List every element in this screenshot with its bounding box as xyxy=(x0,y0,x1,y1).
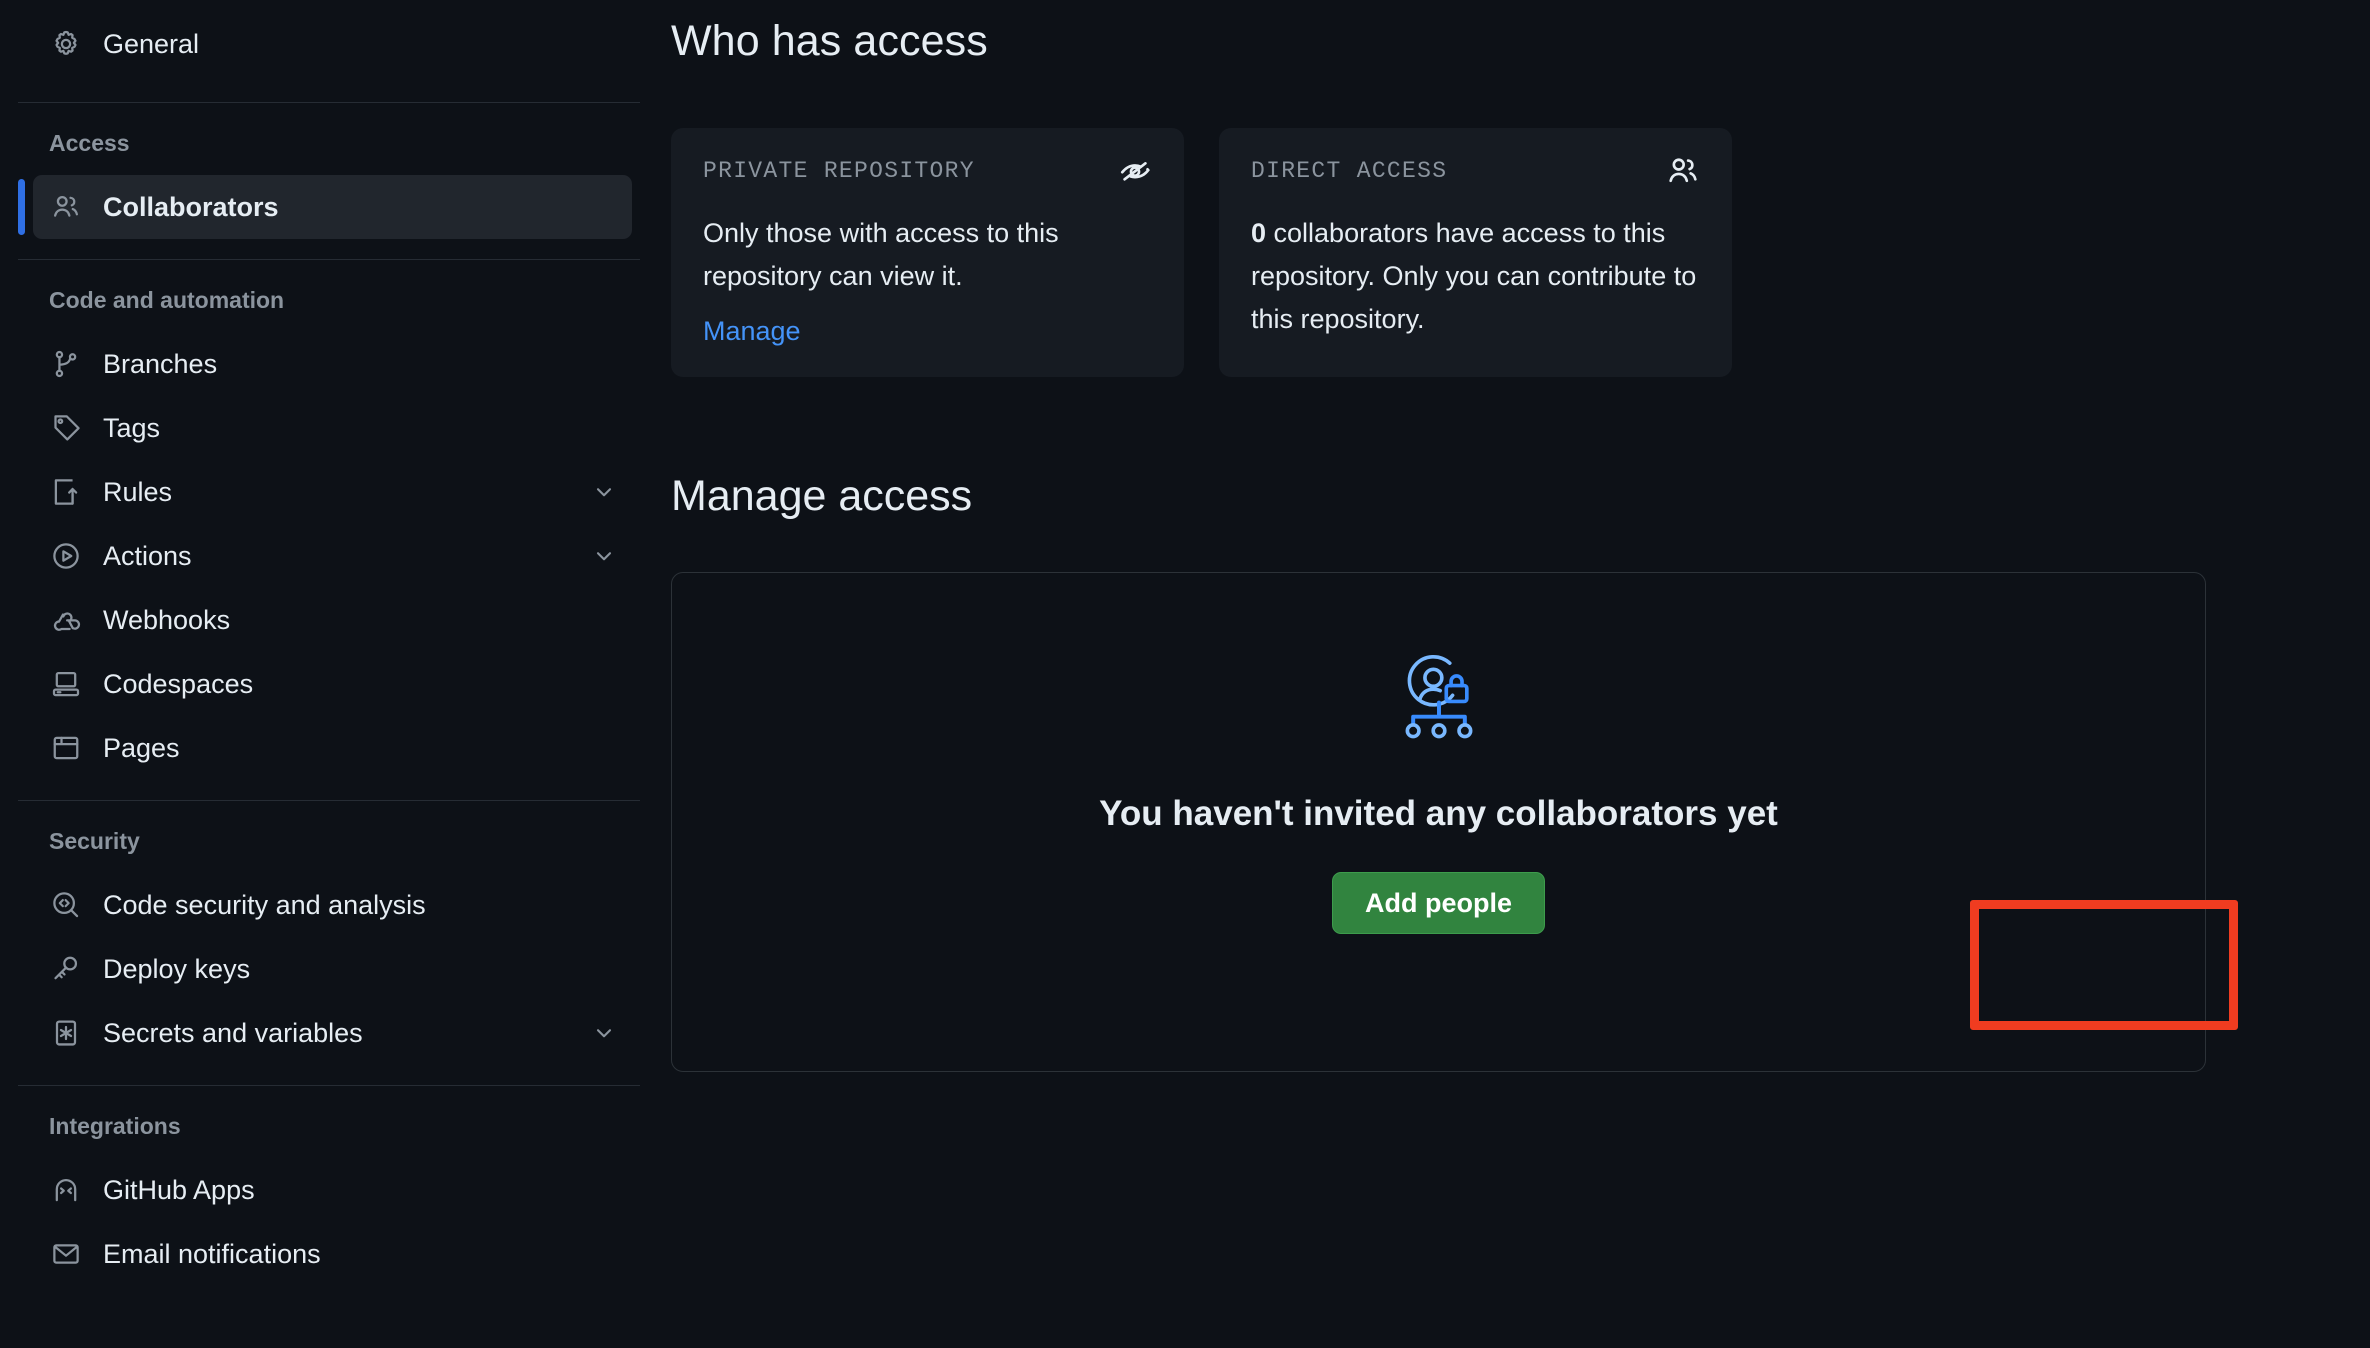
sidebar-section-title-integrations: Integrations xyxy=(49,1112,181,1139)
card-header: PRIVATE REPOSITORY xyxy=(703,154,1152,188)
chevron-down-icon[interactable] xyxy=(592,480,616,504)
sidebar-item-label: Secrets and variables xyxy=(103,1017,363,1048)
sidebar-item-actions[interactable]: Actions xyxy=(33,524,632,588)
mail-icon xyxy=(49,1239,83,1269)
sidebar-item-label: Code security and analysis xyxy=(103,889,426,920)
card-body-text: Only those with access to this repositor… xyxy=(703,218,1059,291)
access-summary-cards: PRIVATE REPOSITORY Only those with acces… xyxy=(671,128,1732,377)
sidebar-item-label: Tags xyxy=(103,412,161,443)
sidebar-item-label: Actions xyxy=(103,540,192,571)
add-people-button[interactable]: Add people xyxy=(1332,872,1545,934)
browser-icon xyxy=(49,733,83,763)
sidebar-item-collaborators[interactable]: Collaborators xyxy=(18,175,632,239)
card-body-rest: collaborators have access to this reposi… xyxy=(1251,218,1697,334)
sidebar-section-title-access: Access xyxy=(49,129,130,156)
eye-closed-icon xyxy=(1118,154,1152,188)
sidebar-item-label: Deploy keys xyxy=(103,953,251,984)
main-content: Who has access PRIVATE REPOSITORY Only t… xyxy=(660,0,2370,1348)
sidebar-item-label: Codespaces xyxy=(103,668,254,699)
sidebar-item-code-security-and-analysis[interactable]: Code security and analysis xyxy=(33,873,632,937)
collaborator-count: 0 xyxy=(1251,218,1267,248)
sidebar-item-webhooks[interactable]: Webhooks xyxy=(33,588,632,652)
settings-sidebar: General Access Collaborators Code and au… xyxy=(0,0,660,1348)
card-body-text: 0 collaborators have access to this repo… xyxy=(1251,212,1700,341)
people-icon xyxy=(1666,154,1700,188)
sidebar-item-label: General xyxy=(103,28,200,59)
asterisk-box-icon xyxy=(49,1018,83,1048)
private-repository-card: PRIVATE REPOSITORY Only those with acces… xyxy=(671,128,1184,377)
settings-page: General Access Collaborators Code and au… xyxy=(0,0,2370,1348)
direct-access-card: DIRECT ACCESS 0 collaborators have acces… xyxy=(1219,128,1732,377)
add-people-button-wrap: Add people xyxy=(1332,872,1545,934)
sidebar-item-label: GitHub Apps xyxy=(103,1174,255,1205)
people-icon xyxy=(49,192,83,222)
chevron-down-icon[interactable] xyxy=(592,1021,616,1045)
sidebar-item-label: Email notifications xyxy=(103,1238,321,1269)
sidebar-item-label: Webhooks xyxy=(103,604,231,635)
key-icon xyxy=(49,954,83,984)
manage-link[interactable]: Manage xyxy=(703,316,801,347)
sidebar-item-pages[interactable]: Pages xyxy=(33,716,632,780)
card-kicker: PRIVATE REPOSITORY xyxy=(703,158,975,184)
sidebar-item-secrets-and-variables[interactable]: Secrets and variables xyxy=(33,1001,632,1065)
sidebar-item-general[interactable]: General xyxy=(33,12,632,76)
code-scan-icon xyxy=(49,890,83,920)
gear-icon xyxy=(49,29,83,59)
card-header: DIRECT ACCESS xyxy=(1251,154,1700,188)
tag-icon xyxy=(49,413,83,443)
git-branch-icon xyxy=(49,349,83,379)
sidebar-section-title-security: Security xyxy=(49,827,140,854)
page-title-who-has-access: Who has access xyxy=(671,17,988,65)
sidebar-item-label: Collaborators xyxy=(103,191,279,222)
collaborators-lock-illustration xyxy=(1386,639,1492,750)
sidebar-item-branches[interactable]: Branches xyxy=(33,332,632,396)
chevron-down-icon[interactable] xyxy=(592,544,616,568)
sidebar-item-tags[interactable]: Tags xyxy=(33,396,632,460)
card-kicker: DIRECT ACCESS xyxy=(1251,158,1448,184)
codespaces-icon xyxy=(49,669,83,699)
rules-icon xyxy=(49,477,83,507)
sidebar-item-email-notifications[interactable]: Email notifications xyxy=(33,1222,632,1286)
sidebar-item-label: Pages xyxy=(103,732,180,763)
sidebar-section-title-code-and-automation: Code and automation xyxy=(49,286,285,313)
sidebar-item-label: Rules xyxy=(103,476,173,507)
collaborators-empty-state: You haven't invited any collaborators ye… xyxy=(671,572,2206,1072)
sidebar-item-codespaces[interactable]: Codespaces xyxy=(33,652,632,716)
sidebar-item-rules[interactable]: Rules xyxy=(33,460,632,524)
sidebar-item-label: Branches xyxy=(103,348,218,379)
sidebar-item-github-apps[interactable]: GitHub Apps xyxy=(33,1158,632,1222)
page-title-manage-access: Manage access xyxy=(671,472,973,520)
empty-state-title: You haven't invited any collaborators ye… xyxy=(1099,794,1778,833)
play-circle-icon xyxy=(49,541,83,571)
github-apps-icon xyxy=(49,1175,83,1205)
sidebar-item-deploy-keys[interactable]: Deploy keys xyxy=(33,937,632,1001)
webhook-icon xyxy=(49,605,83,635)
